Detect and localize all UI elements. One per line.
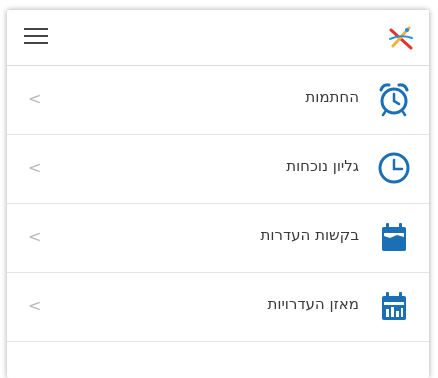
menu-item-attendance-sheet[interactable]: < גליון נוכחות	[7, 135, 429, 204]
menu-item-label: מאזן העדרויות	[267, 295, 360, 313]
menu-item-signatures[interactable]: < החתמות	[7, 66, 429, 135]
app-window: < החתמות < גליון נוכחות < בקשות העדרות <…	[7, 10, 429, 378]
chevron-left-icon: <	[28, 296, 42, 315]
brand-logo-icon	[387, 24, 415, 52]
chevron-left-icon: <	[28, 227, 42, 246]
alarm-clock-icon	[375, 80, 413, 118]
chevron-left-icon: <	[28, 158, 42, 177]
hamburger-menu-icon[interactable]	[24, 28, 48, 46]
calendar-icon	[375, 218, 413, 256]
side-menu: < החתמות < גליון נוכחות < בקשות העדרות <…	[7, 66, 429, 342]
menu-item-label: בקשות העדרות	[260, 226, 359, 244]
chevron-left-icon: <	[28, 89, 42, 108]
clock-icon	[375, 149, 413, 187]
menu-item-label: החתמות	[305, 88, 359, 106]
top-bar	[7, 10, 429, 66]
menu-item-absence-requests[interactable]: < בקשות העדרות	[7, 204, 429, 273]
calendar-chart-icon	[375, 287, 413, 325]
menu-item-label: גליון נוכחות	[286, 157, 359, 175]
menu-item-absence-balance[interactable]: < מאזן העדרויות	[7, 273, 429, 342]
